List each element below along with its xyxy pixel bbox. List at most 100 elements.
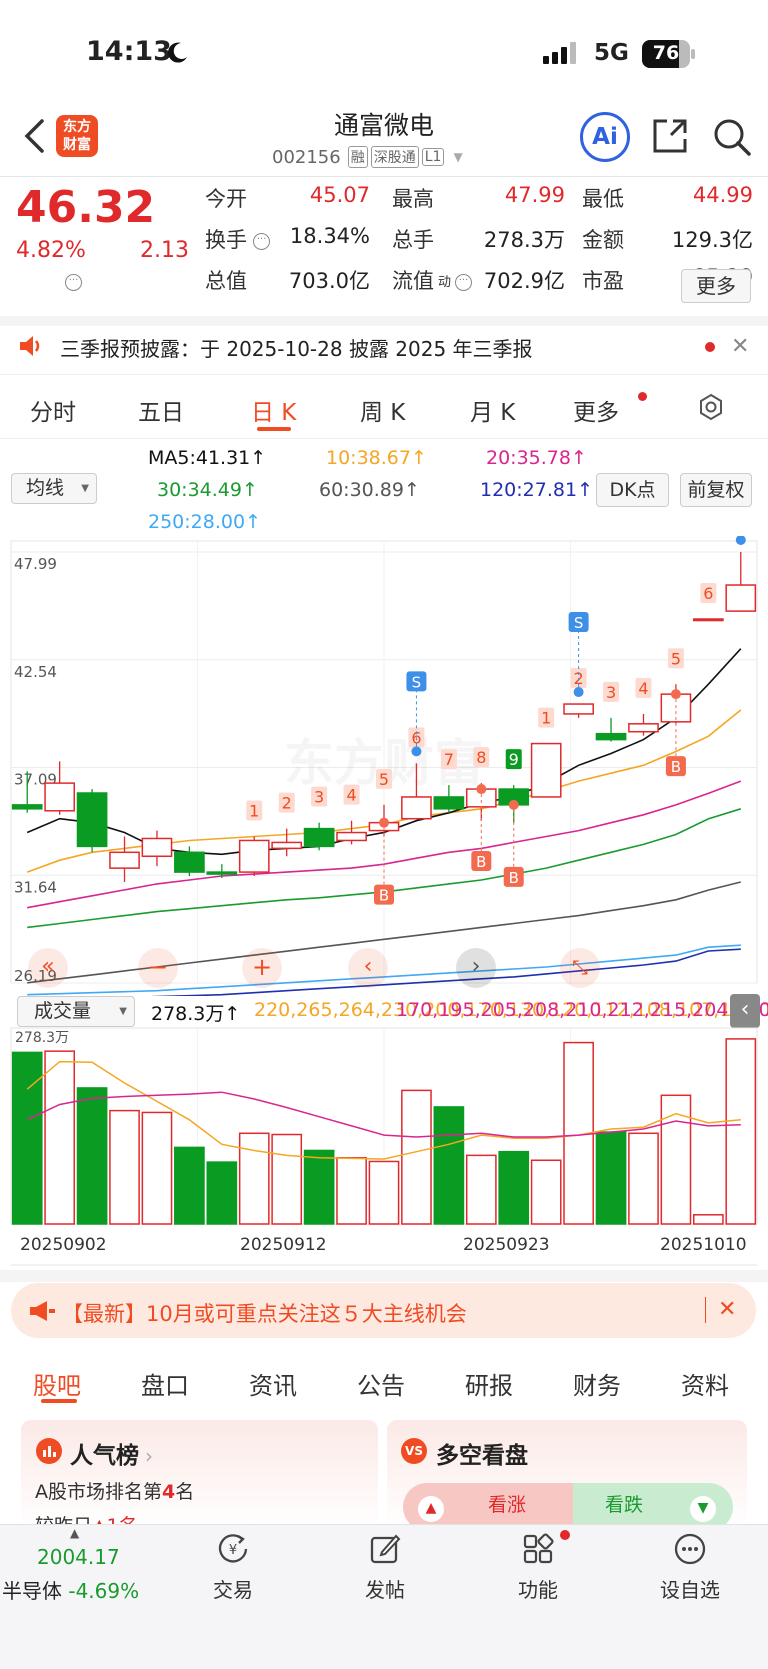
vs-title: 多空看盘 (436, 1443, 528, 1469)
quote-field-label: 最低 (582, 187, 624, 211)
info-icon-pe[interactable]: ··· (455, 274, 472, 291)
volume-chart[interactable]: 278.3万 20250902 20250912 20250923 20251010 (0, 1026, 768, 1266)
volume-bar (141, 1111, 173, 1225)
index-row[interactable]: 半导体 -4.69% (2, 1575, 139, 1604)
quote-field-label: 市盈 (582, 269, 624, 293)
scroll-left-icon[interactable]: ‹ (348, 948, 388, 988)
settings-icon[interactable] (697, 393, 725, 425)
ma5-value: MA5:41.31↑ (148, 447, 266, 469)
ma-selector[interactable]: 均线 ▼ (11, 473, 97, 504)
search-icon[interactable] (712, 117, 752, 161)
candle-body (401, 796, 432, 820)
td-tag-label: 3 (606, 683, 616, 702)
tab-weekly[interactable]: 周 K (360, 393, 405, 427)
notice-text[interactable]: 三季报预披露：于 2025-10-28 披露 2025 年三季报 (60, 333, 533, 362)
candle-body (433, 796, 465, 810)
trade-icon: ¥ (216, 1532, 250, 1566)
logo-text-1: 东方 (63, 119, 91, 135)
index-value[interactable]: 2004.17 (37, 1545, 120, 1569)
banner-text[interactable]: 【最新】10月或可重点关注这５大主线机会 (62, 1298, 467, 1328)
share-icon[interactable] (651, 117, 689, 159)
network-label: 5G (594, 40, 629, 66)
nav-watchlist[interactable]: 设自选 (652, 1532, 728, 1603)
volume-bar (11, 1051, 43, 1225)
notice-divider (0, 374, 768, 375)
tab-5day[interactable]: 五日 (138, 393, 184, 427)
adjust-button[interactable]: 前复权 (680, 473, 752, 507)
zoom-in-icon[interactable]: + (242, 948, 282, 988)
td-tag-label: 5 (671, 649, 681, 668)
more-quote-label: 更多 (696, 274, 736, 298)
volume-bar (174, 1146, 205, 1225)
nav-watchlist-label: 设自选 (660, 1578, 720, 1602)
nav-trade[interactable]: ¥ 交易 (195, 1532, 271, 1603)
tab-research[interactable]: 研报 (465, 1366, 513, 1401)
popularity-rank-line: A股市场排名第4名 (35, 1477, 194, 1504)
td-tag-label: 9 (509, 750, 519, 769)
volume-bar (530, 1159, 562, 1225)
tab-forum[interactable]: 股吧 (33, 1366, 81, 1401)
nav-post-label: 发帖 (365, 1578, 405, 1602)
bull-label: 看涨 (488, 1494, 527, 1516)
quote-field-value: 45.07 (309, 183, 370, 207)
tab-minute[interactable]: 分时 (30, 393, 76, 427)
info-icon-turnover[interactable]: ··· (253, 233, 270, 250)
zoom-out-icon[interactable]: − (138, 948, 178, 988)
scroll-right-icon[interactable]: › (456, 948, 496, 988)
dropdown-icon[interactable]: ▼ (453, 150, 462, 164)
info-icon-mktcap[interactable]: ··· (65, 274, 82, 291)
banner-close-icon[interactable]: ✕ (718, 1297, 736, 1322)
nav-post[interactable]: 发帖 (347, 1532, 423, 1603)
dk-label: DK点 (609, 479, 656, 501)
last-price: 46.32 (16, 182, 156, 233)
fullscreen-icon[interactable]: ⤡ (560, 948, 600, 988)
volume-bar (401, 1089, 432, 1225)
kline-chart[interactable]: 47.9942.5437.0931.6426.19东方财富1 2 3 4567 8 912… (0, 536, 768, 996)
volume-max-label: 278.3万 (15, 1030, 69, 1046)
vs-icon: VS (401, 1438, 427, 1464)
back-icon[interactable] (22, 118, 46, 158)
nav-functions[interactable]: 功能 (500, 1532, 576, 1603)
tab-profile[interactable]: 资料 (681, 1366, 729, 1401)
volume-bar (595, 1131, 627, 1225)
ai-button[interactable]: Ai (580, 112, 630, 162)
dk-button[interactable]: DK点 (596, 473, 669, 507)
tab-daily-underline (257, 427, 291, 431)
collapse-panel-button[interactable]: ‹ (730, 994, 760, 1028)
volume-bar (303, 1149, 335, 1225)
candle-body (76, 792, 108, 848)
volume-selector[interactable]: 成交量 ▼ (17, 996, 135, 1027)
volume-ma2: 170,195,205,208,210,212,215,204,190,175,… (396, 999, 768, 1021)
tab-more[interactable]: 更多 (573, 393, 619, 427)
tab-financials[interactable]: 财务 (573, 1366, 621, 1401)
td-tag-label: 5 (379, 770, 389, 789)
notice-close-icon[interactable]: ✕ (731, 334, 749, 359)
ma-selector-label: 均线 (26, 477, 65, 499)
ma120-value: 120:27.81↑ (480, 479, 593, 501)
bear-label: 看跌 (605, 1494, 644, 1516)
sell-signal-label: S (412, 673, 422, 691)
tabs-divider (0, 438, 768, 439)
tab-orderbook[interactable]: 盘口 (141, 1366, 189, 1401)
tab-announcements[interactable]: 公告 (357, 1366, 405, 1401)
buy-signal-dot (670, 689, 681, 700)
ma120-text: 120:27.81 (480, 479, 578, 501)
abs-change: 2.13 (140, 238, 189, 263)
td-tag-label: 3 (314, 788, 324, 807)
tab-news[interactable]: 资讯 (249, 1366, 297, 1401)
more-quote-button[interactable]: 更多 (681, 269, 751, 303)
td-tag-label: 1 (249, 801, 259, 820)
ma5-arrow: ↑ (250, 447, 267, 469)
logo[interactable]: 东方 财富 (56, 115, 98, 157)
index-name: 半导体 (2, 1579, 62, 1603)
tab-daily[interactable]: 日 K (251, 393, 296, 427)
index-up-icon: ▲ (70, 1526, 80, 1540)
tab-monthly[interactable]: 月 K (470, 393, 515, 427)
ma60-value: 60:30.89↑ (319, 479, 420, 501)
candle-body (271, 841, 303, 850)
quote-field-label: 金额 (582, 228, 624, 252)
scroll-left-fast-icon[interactable]: « (28, 948, 68, 988)
candle-body (725, 584, 757, 612)
ma10-text: 10:38.67 (326, 447, 411, 469)
signal-icon (543, 42, 577, 68)
